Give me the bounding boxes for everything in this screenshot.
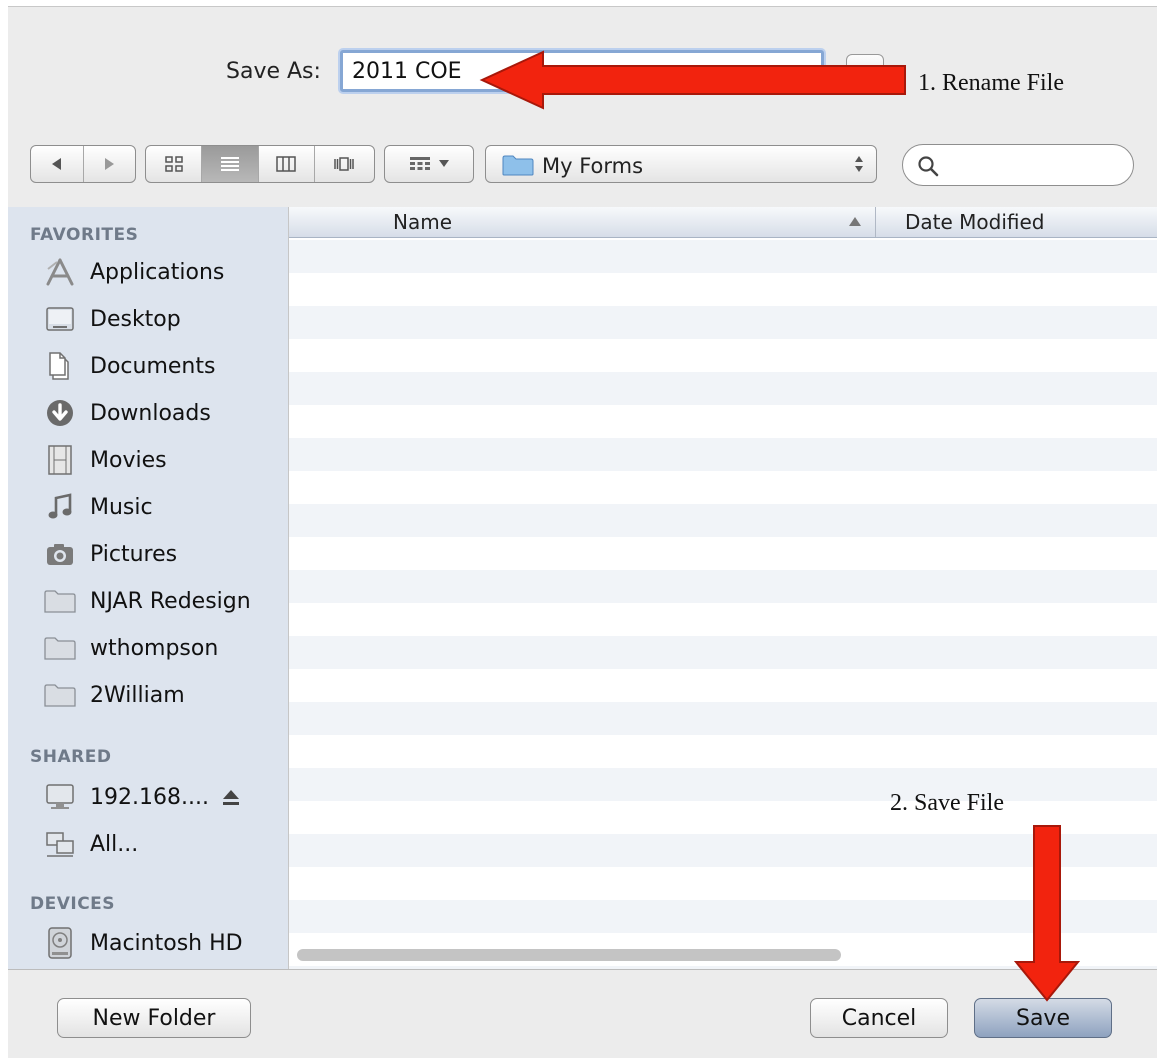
save-arrow: [1013, 825, 1081, 1002]
annotation-layer: [479, 50, 1081, 1002]
save-file-annotation: 2. Save File: [890, 790, 1004, 816]
rename-file-annotation: 1. Rename File: [918, 70, 1064, 96]
rename-arrow: [479, 50, 906, 110]
